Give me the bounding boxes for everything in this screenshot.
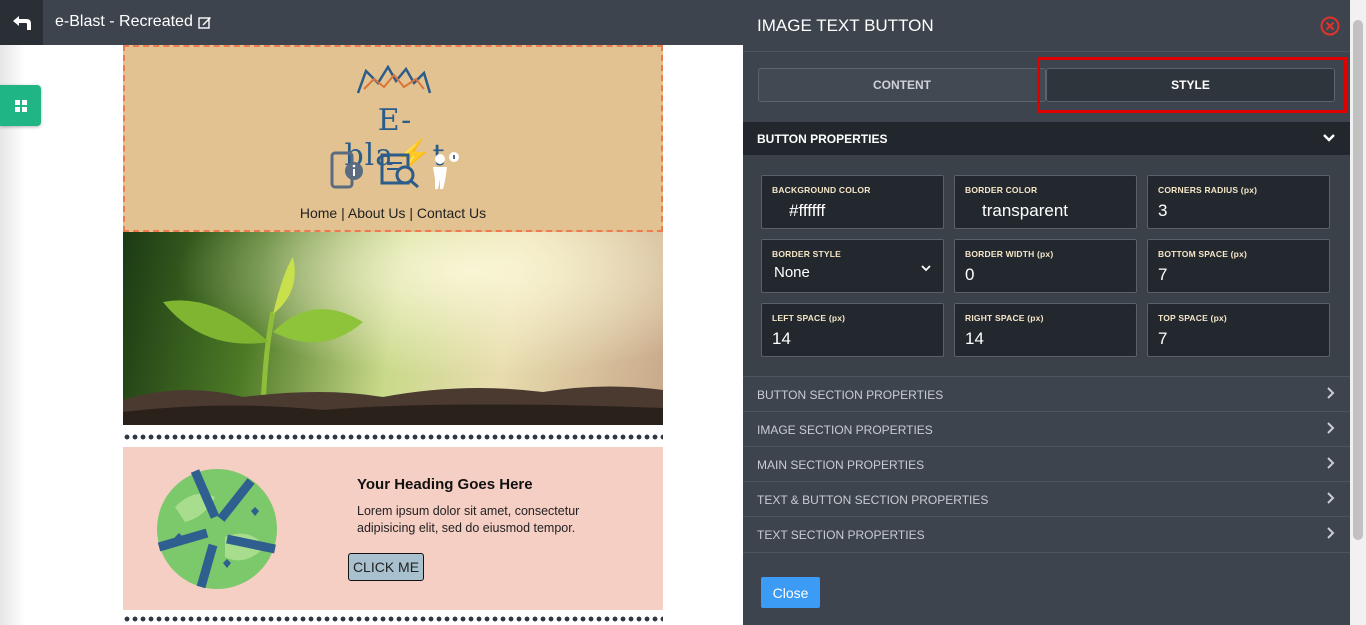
section-label: BUTTON PROPERTIES — [757, 132, 888, 146]
field-value: 14 — [772, 329, 791, 348]
dotted-divider — [123, 616, 663, 622]
border-style-select[interactable]: BORDER STYLE None — [761, 239, 944, 293]
section-label: TEXT & BUTTON SECTION PROPERTIES — [757, 493, 989, 507]
field-label: BORDER WIDTH (px) — [965, 249, 1054, 259]
section-image-section-properties[interactable]: IMAGE SECTION PROPERTIES — [743, 411, 1350, 447]
chevron-right-icon — [1327, 422, 1335, 434]
section-main-section-properties[interactable]: MAIN SECTION PROPERTIES — [743, 446, 1350, 482]
field-label: RIGHT SPACE (px) — [965, 313, 1044, 323]
top-bar: e-Blast - Recreated — [0, 0, 743, 45]
header-icons — [330, 151, 460, 191]
click-me-button[interactable]: CLICK ME — [348, 553, 424, 581]
section-button-section-properties[interactable]: BUTTON SECTION PROPERTIES — [743, 376, 1350, 412]
field-value: 7 — [1158, 265, 1168, 284]
section-label: MAIN SECTION PROPERTIES — [757, 458, 925, 472]
scrollbar-thumb[interactable] — [1353, 20, 1363, 540]
tab-style[interactable]: STYLE — [1046, 68, 1335, 102]
border-color-field[interactable]: BORDER COLOR transparent — [954, 175, 1137, 229]
dotted-divider — [123, 434, 663, 440]
bottom-space-field[interactable]: BOTTOM SPACE (px) 7 — [1147, 239, 1330, 293]
sprout-illustration — [123, 232, 663, 425]
field-value: 3 — [1158, 201, 1168, 220]
page-title: e-Blast - Recreated — [55, 13, 212, 31]
field-value: transparent — [982, 201, 1068, 220]
page-title-text: e-Blast - Recreated — [55, 13, 193, 30]
image-text-button-block[interactable]: Your Heading Goes Here Lorem ipsum dolor… — [123, 447, 663, 610]
section-button-properties[interactable]: BUTTON PROPERTIES — [743, 122, 1350, 155]
properties-panel: IMAGE TEXT BUTTON CONTENT STYLE BUTTON P… — [743, 0, 1350, 625]
field-label: BACKGROUND COLOR — [772, 185, 871, 195]
section-label: IMAGE SECTION PROPERTIES — [757, 423, 933, 437]
header-nav: Home | About Us | Contact Us — [125, 205, 661, 221]
hero-image[interactable] — [123, 232, 663, 425]
phone-info-icon — [330, 151, 363, 189]
edit-icon[interactable] — [198, 15, 212, 29]
chevron-down-icon — [921, 265, 931, 272]
email-canvas: E-bla⚡t Home | About Us | Contact Us You… — [123, 45, 663, 625]
field-label: BORDER COLOR — [965, 185, 1038, 195]
chevron-right-icon — [1327, 527, 1335, 539]
field-value: None — [774, 264, 810, 281]
globe-hands-illustration — [157, 469, 277, 589]
field-label: CORNERS RADIUS (px) — [1158, 185, 1258, 195]
section-label: TEXT SECTION PROPERTIES — [757, 528, 925, 542]
field-value: 0 — [965, 265, 975, 284]
undo-arrow-icon — [12, 15, 31, 30]
field-value: 14 — [965, 329, 984, 348]
chevron-right-icon — [1327, 492, 1335, 504]
email-header-block[interactable]: E-bla⚡t Home | About Us | Contact Us — [123, 45, 663, 232]
panel-title: IMAGE TEXT BUTTON — [757, 16, 934, 35]
field-label: TOP SPACE (px) — [1158, 313, 1227, 323]
left-space-field[interactable]: LEFT SPACE (px) 14 — [761, 303, 944, 357]
person-info-icon — [433, 152, 459, 189]
chevron-right-icon — [1327, 457, 1335, 469]
crown-icon — [356, 65, 432, 94]
tab-content[interactable]: CONTENT — [758, 68, 1046, 102]
left-gutter — [0, 45, 25, 625]
field-value: #ffffff — [789, 201, 826, 220]
corners-radius-field[interactable]: CORNERS RADIUS (px) 3 — [1147, 175, 1330, 229]
panel-tabs: CONTENT STYLE — [758, 68, 1335, 104]
nav-separator: | — [405, 205, 417, 221]
eblast-logo: E-bla⚡t — [330, 65, 460, 173]
section-label: BUTTON SECTION PROPERTIES — [757, 388, 944, 402]
chevron-down-icon — [1323, 134, 1335, 142]
nav-separator: | — [337, 205, 348, 221]
nav-link-contact[interactable]: Contact Us — [417, 205, 486, 221]
feature-body: Lorem ipsum dolor sit amet, consectetur … — [357, 504, 580, 535]
field-label: LEFT SPACE (px) — [772, 313, 846, 323]
nav-link-about[interactable]: About Us — [348, 205, 406, 221]
background-color-field[interactable]: BACKGROUND COLOR #ffffff — [761, 175, 944, 229]
grid-icon — [14, 99, 27, 112]
button-properties-grid: BACKGROUND COLOR #ffffff BORDER COLOR tr… — [743, 155, 1350, 376]
feature-heading: Your Heading Goes Here — [357, 476, 533, 493]
nav-link-home[interactable]: Home — [300, 205, 337, 221]
field-label: BOTTOM SPACE (px) — [1158, 249, 1248, 259]
blocks-toggle-button[interactable] — [0, 85, 41, 126]
close-button[interactable]: Close — [761, 577, 820, 608]
field-value: 7 — [1158, 329, 1168, 348]
right-space-field[interactable]: RIGHT SPACE (px) 14 — [954, 303, 1137, 357]
field-label: BORDER STYLE — [772, 249, 841, 259]
section-text-button-section-properties[interactable]: TEXT & BUTTON SECTION PROPERTIES — [743, 481, 1350, 517]
top-space-field[interactable]: TOP SPACE (px) 7 — [1147, 303, 1330, 357]
panel-header: IMAGE TEXT BUTTON — [743, 0, 1350, 52]
border-width-field[interactable]: BORDER WIDTH (px) 0 — [954, 239, 1137, 293]
section-text-section-properties[interactable]: TEXT SECTION PROPERTIES — [743, 516, 1350, 553]
back-button[interactable] — [0, 0, 43, 45]
document-search-icon — [380, 153, 419, 189]
chevron-right-icon — [1327, 387, 1335, 399]
close-circle-icon[interactable] — [1320, 16, 1340, 36]
